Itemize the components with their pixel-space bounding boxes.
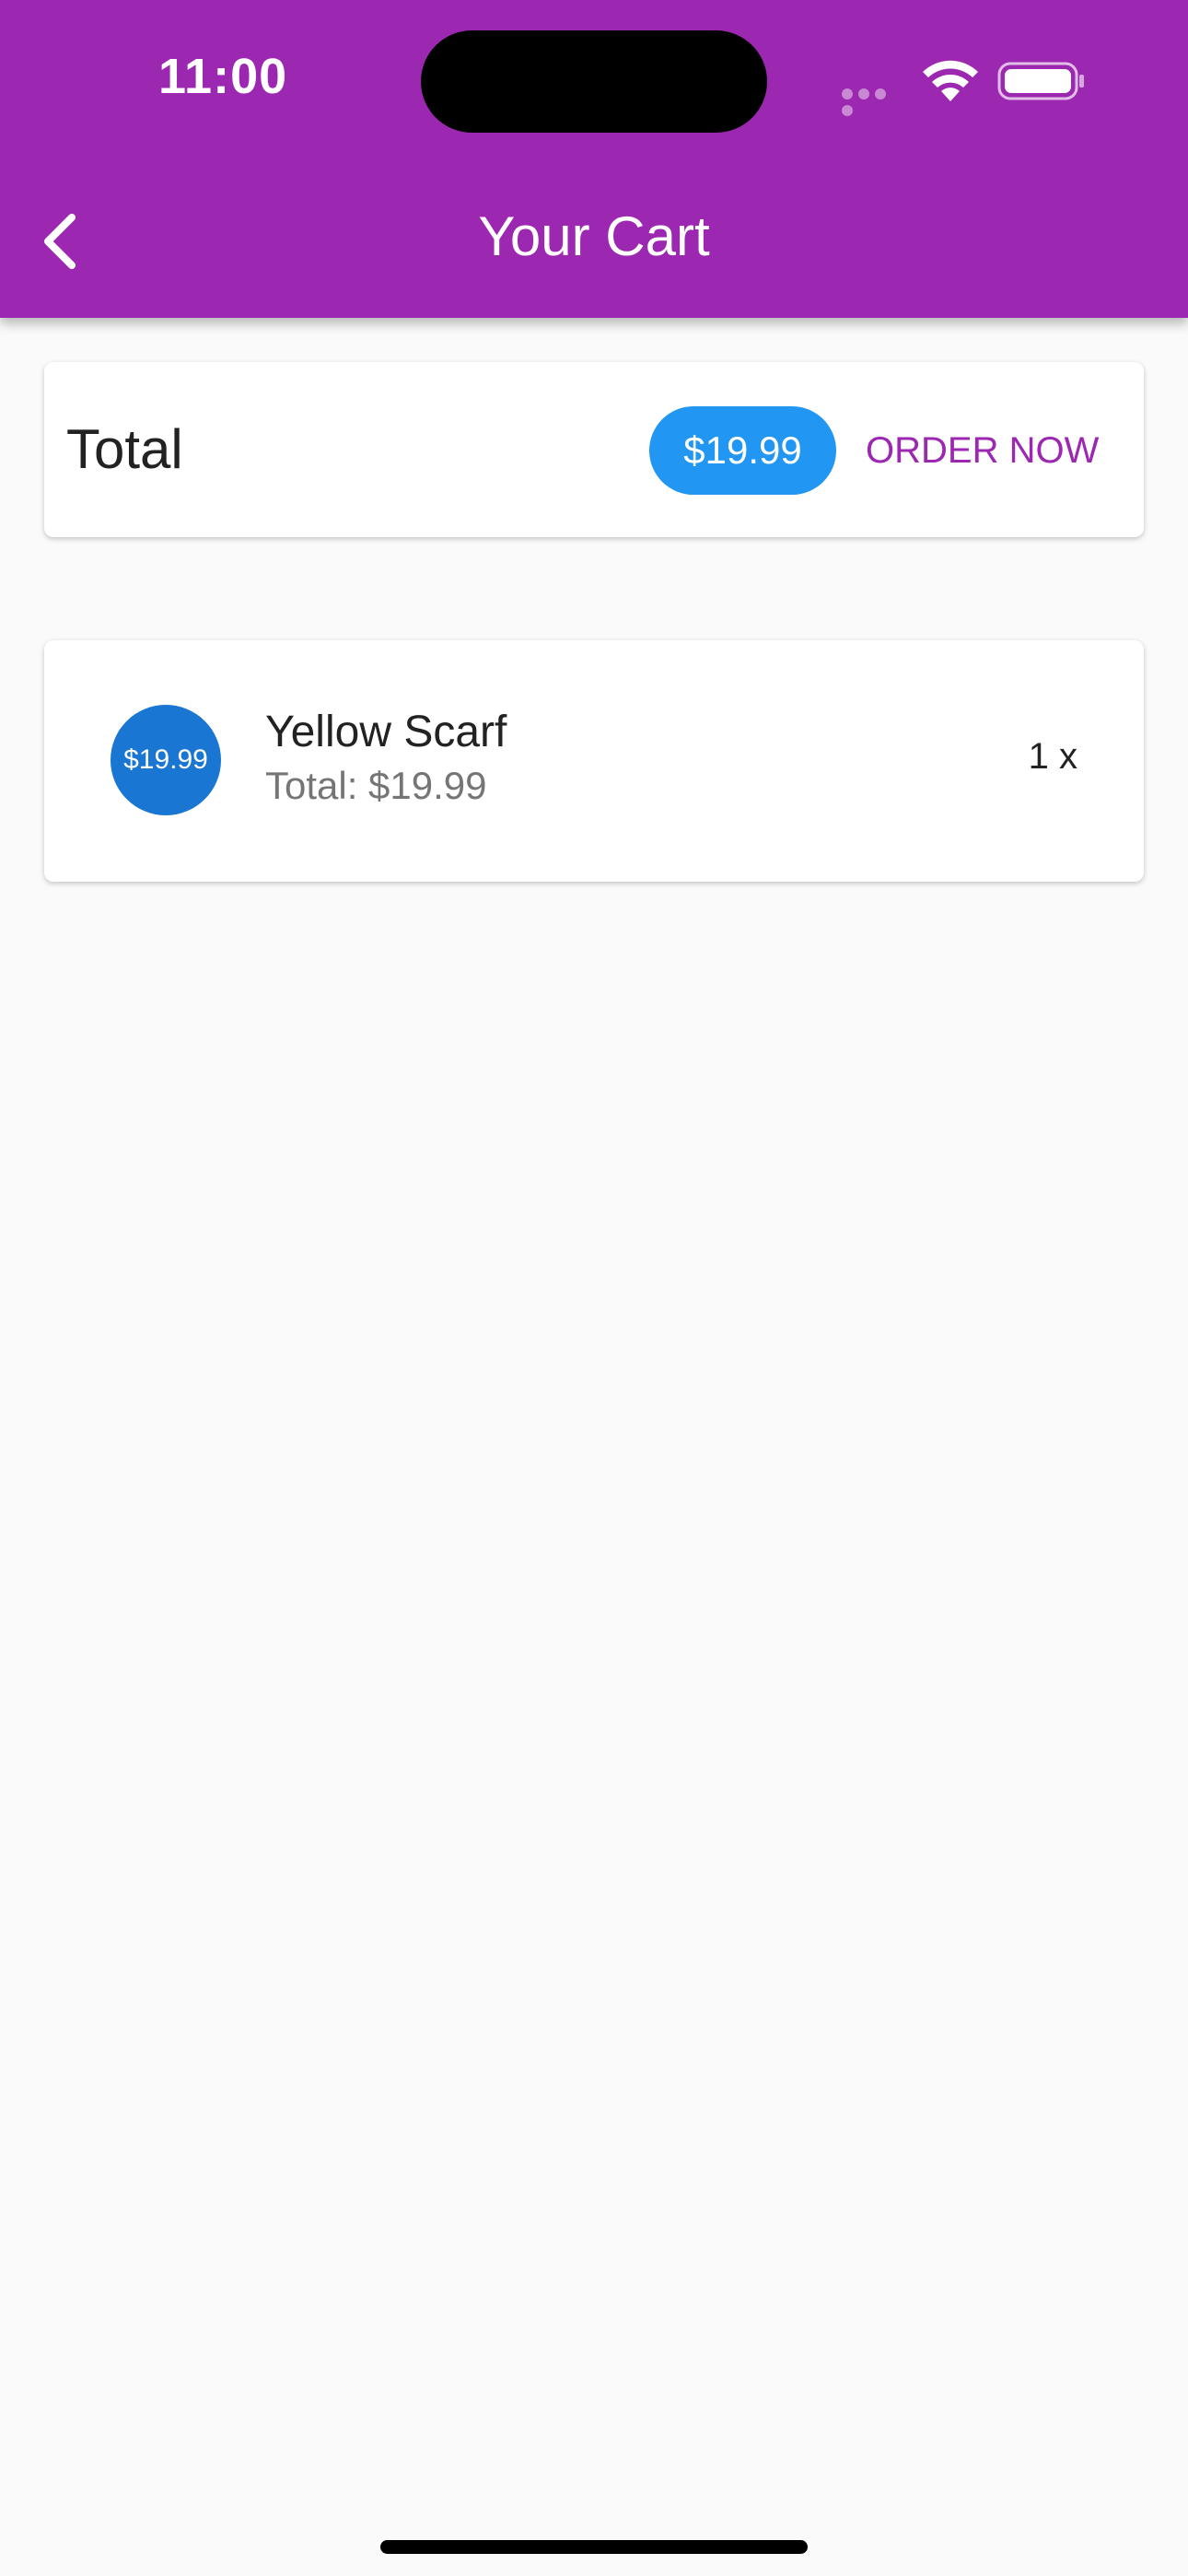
item-title: Yellow Scarf <box>265 708 507 756</box>
signal-icon <box>842 88 906 116</box>
item-quantity: 1 x <box>1028 736 1077 777</box>
app-bar: 11:00 Your Cart <box>0 0 1188 318</box>
battery-icon <box>997 62 1084 100</box>
dynamic-island <box>421 30 767 133</box>
page-title: Your Cart <box>478 205 710 267</box>
order-now-button[interactable]: ORDER NOW <box>855 406 1110 495</box>
status-time: 11:00 <box>158 49 288 104</box>
total-amount-chip: $19.99 <box>649 406 836 495</box>
total-card: Total $19.99 ORDER NOW <box>44 362 1144 537</box>
item-subtotal: Total: $19.99 <box>265 764 487 807</box>
wifi-icon <box>923 60 978 101</box>
home-indicator[interactable] <box>380 2540 808 2554</box>
cart-item-card: $19.99 Yellow Scarf Total: $19.99 1 x <box>44 640 1144 882</box>
total-label: Total <box>66 418 183 480</box>
item-price-avatar: $19.99 <box>111 705 221 815</box>
